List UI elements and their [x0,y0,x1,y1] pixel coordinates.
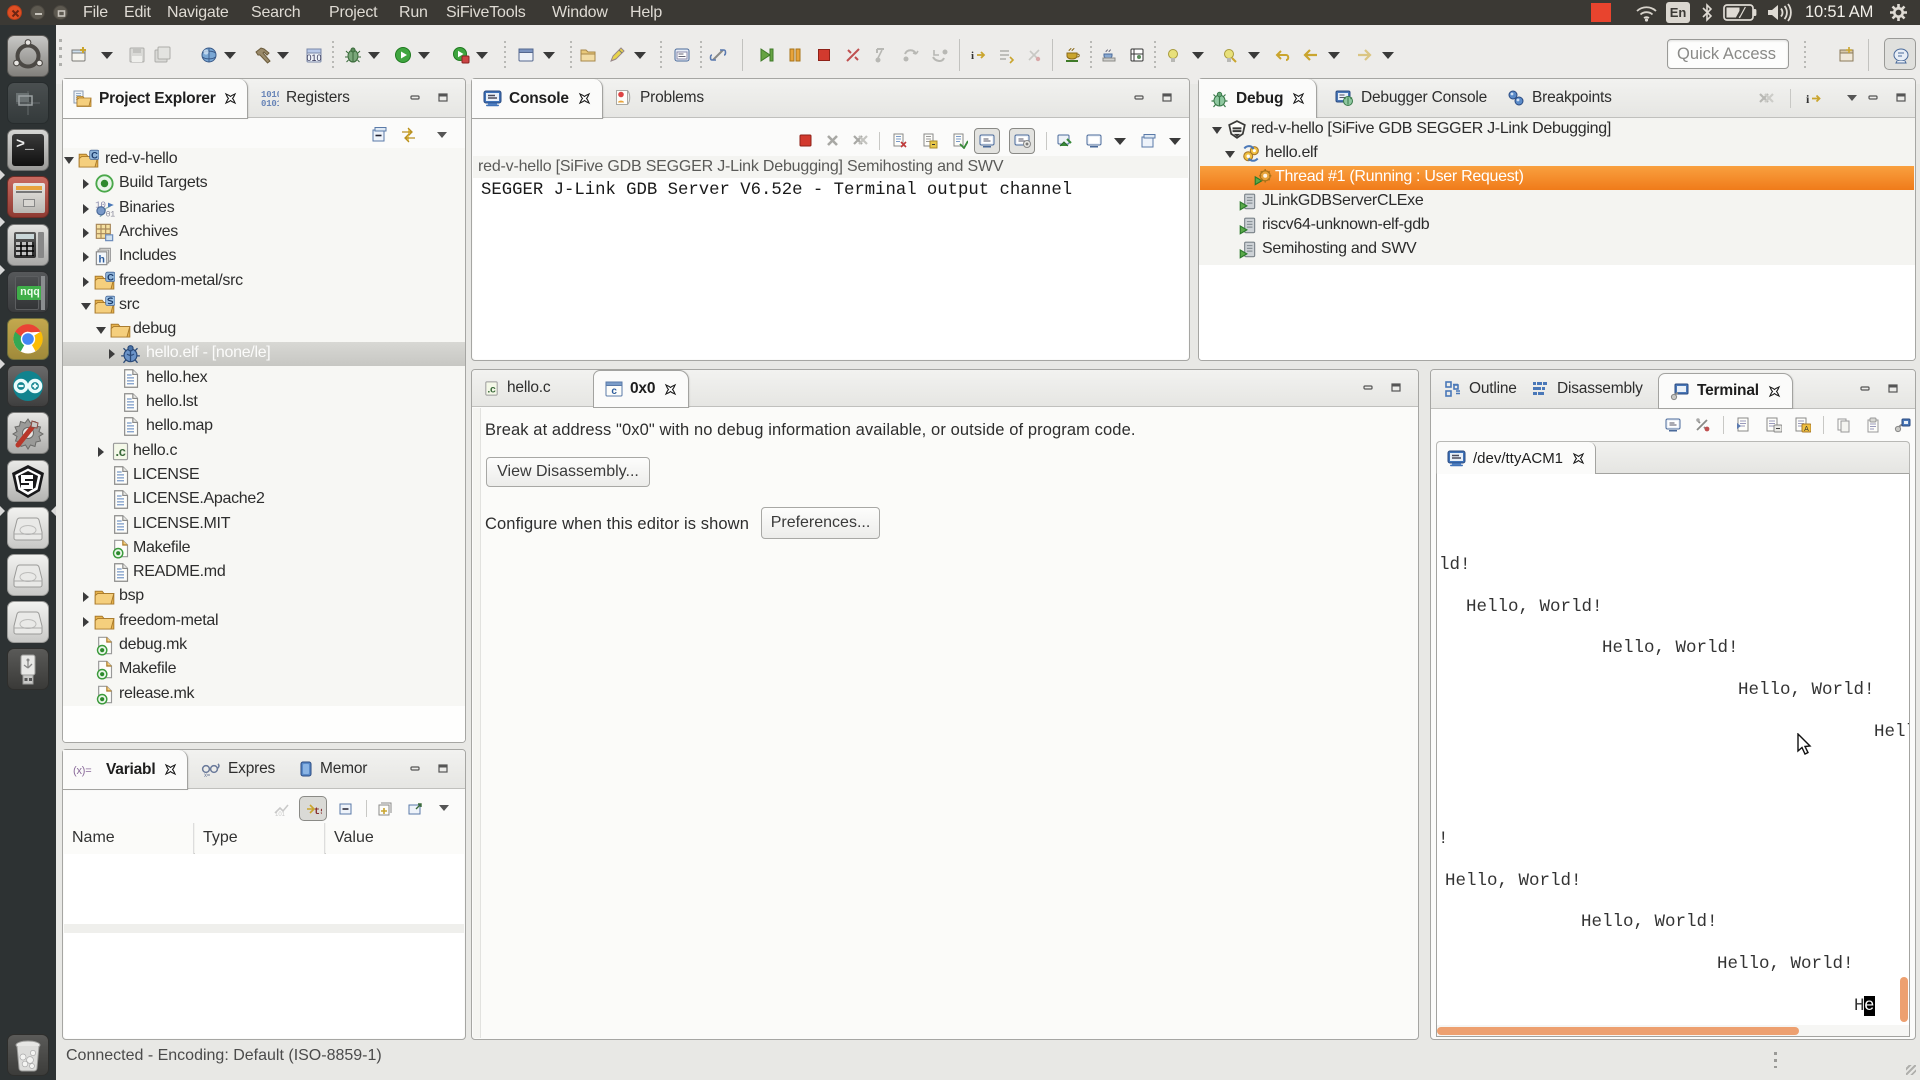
svg-text:ts: ts [314,807,322,817]
svg-text:101: 101 [275,812,286,817]
svg-text:.c: .c [487,384,496,395]
svg-text:.c: .c [116,444,126,459]
svg-text:0101: 0101 [261,99,279,107]
svg-text:x=: x= [204,773,211,778]
svg-text:c: c [611,386,617,397]
svg-text:h: h [99,253,105,265]
svg-text:(x)=: (x)= [73,765,91,777]
svg-text:i: i [1806,92,1810,106]
svg-text:i: i [971,50,974,62]
svg-text:010: 010 [306,53,321,63]
svg-text:A: A [1804,426,1809,433]
svg-text:C: C [107,272,114,282]
svg-text:01: 01 [106,211,115,219]
svg-text:C: C [91,150,98,160]
